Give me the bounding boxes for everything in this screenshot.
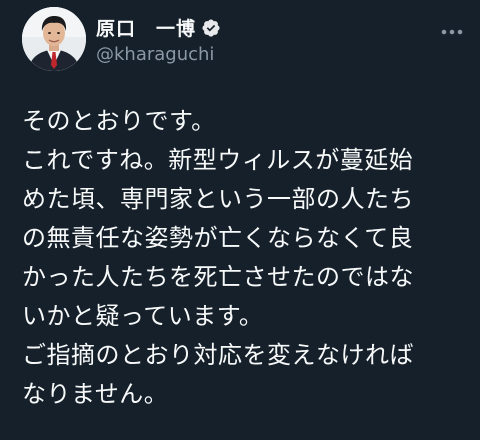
tweet-text-line: かった人たちを死亡させたのではな [22,263,414,291]
verified-badge-icon [201,18,221,38]
tweet-text-line: これですね。新型ウィルスが蔓延始 [22,146,414,174]
tweet-text-line: そのとおりです。 [22,107,216,135]
tweet-card: 原口 一博 @kharaguchi そのとおりです。 これですね。新型ウィルスが… [0,0,480,440]
author-handle[interactable]: @kharaguchi [96,44,221,65]
tweet-text-line: の無責任な姿勢が亡くならなくて良 [22,224,414,252]
more-options-icon[interactable] [438,22,466,42]
tweet-text-line: いかと疑っています。 [22,302,264,330]
tweet-text-line: めた頃、専門家という一部の人たち [22,185,414,213]
author-info: 原口 一博 @kharaguchi [96,14,221,65]
tweet-header: 原口 一博 @kharaguchi [22,6,221,72]
tweet-text-line: なりません。 [22,380,169,408]
tweet-text: そのとおりです。 これですね。新型ウィルスが蔓延始 めた頃、専門家という一部の人… [22,102,472,414]
author-display-name[interactable]: 原口 一博 [96,14,196,41]
author-avatar[interactable] [22,7,86,71]
avatar-portrait [22,7,86,71]
tweet-text-line: ご指摘のとおり対応を変えなければ [22,341,414,369]
name-row: 原口 一博 [96,14,221,42]
